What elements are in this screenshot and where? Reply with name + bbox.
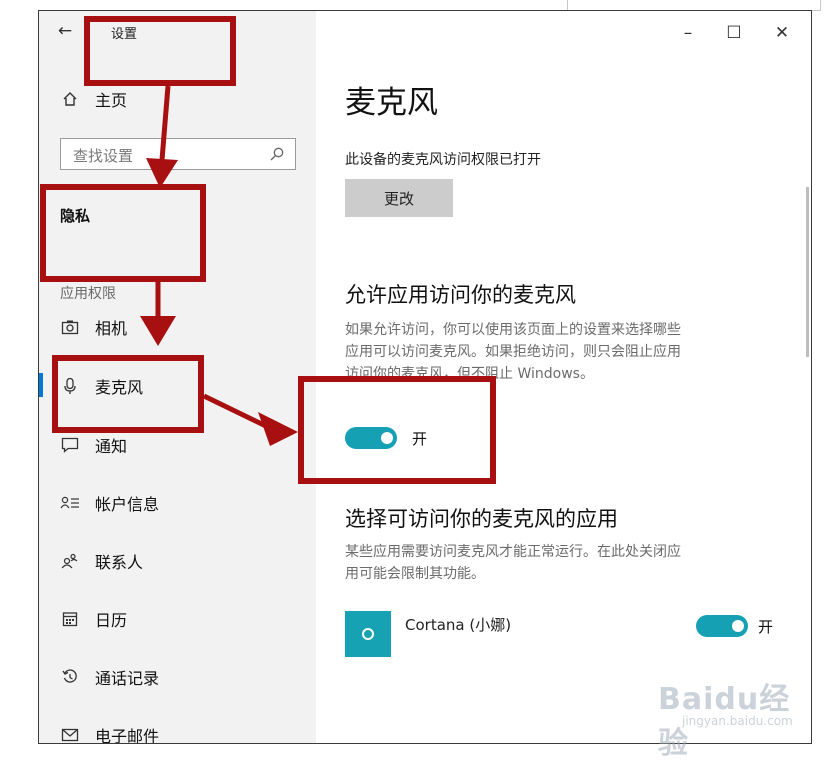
cortana-app-icon <box>345 611 391 657</box>
baidu-watermark: Baidu经验 jingyan.baidu.com <box>640 660 810 761</box>
sidebar-item-call-history[interactable]: 通话记录 <box>39 657 316 697</box>
sidebar-item-email[interactable]: 电子邮件 <box>39 715 316 744</box>
search-placeholder: 查找设置 <box>73 147 134 165</box>
minimize-icon: – <box>683 23 693 43</box>
account-info-icon <box>59 496 81 510</box>
choose-apps-description-line: 用可能会限制其功能。 <box>345 566 485 582</box>
annotation-box-settings <box>84 16 236 86</box>
app-name-cortana: Cortana (小娜) <box>405 616 512 634</box>
minimize-button[interactable]: – <box>666 19 710 47</box>
sidebar-item-label: 电子邮件 <box>95 727 160 744</box>
back-arrow-icon: ← <box>57 21 73 41</box>
page-title: 麦克风 <box>345 85 438 121</box>
home-icon <box>59 91 81 107</box>
annotation-box-privacy <box>40 184 206 282</box>
sidebar-item-camera[interactable]: 相机 <box>39 307 316 347</box>
calendar-icon <box>59 611 81 627</box>
change-button[interactable]: 更改 <box>345 179 453 217</box>
sidebar-item-label: 帐户信息 <box>95 495 160 514</box>
cortana-toggle-label: 开 <box>758 618 774 636</box>
watermark-url: jingyan.baidu.com <box>682 714 793 728</box>
cortana-ring-icon <box>362 628 374 640</box>
camera-icon <box>59 319 81 335</box>
sidebar-item-contacts[interactable]: 联系人 <box>39 541 316 581</box>
device-access-status: 此设备的麦克风访问权限已打开 <box>345 152 541 168</box>
sidebar-item-label: 联系人 <box>95 553 144 572</box>
sidebar-item-account-info[interactable]: 帐户信息 <box>39 483 316 523</box>
annotation-box-toggle <box>298 376 496 484</box>
allow-access-description-line: 应用可以访问麦克风。如果拒绝访问，则只会阻止应用 <box>345 344 681 360</box>
search-icon <box>269 146 285 166</box>
sidebar-item-label: 相机 <box>95 319 128 338</box>
group-label-app-permissions: 应用权限 <box>60 286 116 302</box>
maximize-button[interactable]: ☐ <box>712 19 756 47</box>
close-button[interactable]: ✕ <box>760 19 804 47</box>
allow-access-description-line: 如果允许访问，你可以使用该页面上的设置来选择哪些 <box>345 322 681 338</box>
choose-apps-description-line: 某些应用需要访问麦克风才能正常运行。在此处关闭应 <box>345 544 681 560</box>
sidebar-item-label: 通知 <box>95 437 128 456</box>
toggle-knob <box>732 620 744 632</box>
cortana-mic-toggle[interactable] <box>696 615 748 637</box>
call-history-icon <box>59 669 81 685</box>
back-button[interactable]: ← <box>53 19 77 43</box>
notification-icon <box>59 437 81 453</box>
choose-apps-heading: 选择可访问你的麦克风的应用 <box>345 507 618 531</box>
maximize-icon: ☐ <box>726 23 742 43</box>
sidebar-item-calendar[interactable]: 日历 <box>39 599 316 639</box>
contacts-icon <box>59 553 81 569</box>
sidebar-item-label: 通话记录 <box>95 669 160 688</box>
annotation-box-microphone <box>52 355 204 433</box>
email-icon <box>59 728 81 742</box>
sidebar-item-label: 日历 <box>95 611 128 630</box>
close-icon: ✕ <box>774 23 790 43</box>
scrollbar-thumb[interactable] <box>806 187 809 357</box>
search-input[interactable]: 查找设置 <box>60 138 296 170</box>
allow-access-heading: 允许应用访问你的麦克风 <box>345 283 576 307</box>
sidebar-item-label: 主页 <box>95 91 128 110</box>
